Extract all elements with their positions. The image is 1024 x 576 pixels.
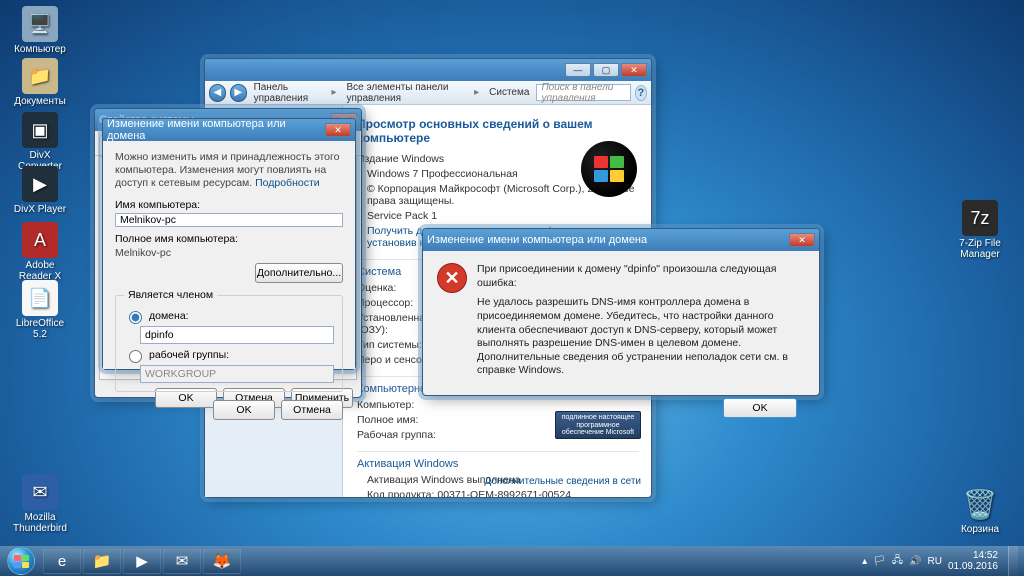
domain-radio[interactable] [129, 311, 142, 324]
domain-input[interactable] [140, 326, 334, 344]
help-button[interactable]: ? [635, 85, 647, 101]
address-bar: ◀ ▶ Панель управления ▸ Все элементы пан… [205, 81, 651, 105]
additional-button[interactable]: Дополнительно... [255, 263, 343, 283]
desktop-icon-documents[interactable]: 📁Документы [8, 58, 72, 107]
search-input[interactable]: Поиск в панели управления [536, 84, 630, 101]
system-tray: ▴ 🏳 🖧 🔊 RU 14:52 01.09.2016 [862, 550, 1002, 572]
close-button[interactable]: ✕ [325, 123, 351, 137]
desktop-icon-recycle-bin[interactable]: 🗑️Корзина [948, 486, 1012, 535]
breadcrumb-item[interactable]: Все элементы панели управления [343, 82, 467, 104]
desktop-icon-divx-player[interactable]: ▶DivX Player [8, 166, 72, 215]
maximize-button[interactable]: ▢ [593, 63, 619, 77]
error-icon: ✕ [437, 263, 467, 293]
ok-button[interactable]: OK [213, 400, 275, 420]
taskbar-pin-wmp[interactable]: ▶ [123, 548, 161, 574]
taskbar-pin-ie[interactable]: e [43, 548, 81, 574]
close-button[interactable]: ✕ [621, 63, 647, 77]
show-desktop-button[interactable] [1008, 546, 1018, 576]
workgroup-radio-label: рабочей группы: [149, 349, 229, 361]
chevron-right-icon: ▸ [328, 87, 339, 98]
back-button[interactable]: ◀ [209, 84, 226, 102]
computer-name-label: Имя компьютера: [115, 199, 343, 211]
desktop-icon-label: Mozilla Thunderbird [8, 512, 72, 534]
tray-volume-icon[interactable]: 🔊 [909, 556, 921, 567]
tray-network-icon[interactable]: 🖧 [892, 553, 903, 570]
windows-logo-icon [581, 141, 637, 197]
error-text: При присоединении к домену "dpinfo" прои… [477, 263, 805, 384]
desktop-icon-label: Adobe Reader X [8, 260, 72, 282]
desktop-icon-label: Документы [8, 96, 72, 107]
more-info-link[interactable]: Дополнительные сведения в сети [484, 476, 641, 487]
name-dialog-titlebar[interactable]: Изменение имени компьютера или домена ✕ [103, 119, 355, 141]
row-label: Рабочая группа: [357, 429, 477, 441]
error-dialog: Изменение имени компьютера или домена ✕ … [422, 228, 820, 396]
tray-expand-icon[interactable]: ▴ [862, 556, 867, 567]
full-name-value: Melnikov-pc [115, 247, 343, 259]
desktop-icon-label: 7-Zip File Manager [948, 238, 1012, 260]
member-of-legend: Является членом [124, 289, 217, 301]
domain-radio-label: домена: [149, 310, 189, 322]
taskbar-pin-firefox[interactable]: 🦊 [203, 548, 241, 574]
computer-name-input[interactable] [115, 213, 343, 227]
desktop-icon-thunderbird[interactable]: ✉Mozilla Thunderbird [8, 474, 72, 534]
forward-button[interactable]: ▶ [230, 84, 247, 102]
name-domain-dialog: Изменение имени компьютера или домена ✕ … [102, 118, 356, 370]
breadcrumb-item[interactable]: Панель управления [251, 82, 325, 104]
window-title: Изменение имени компьютера или домена [427, 234, 789, 246]
full-name-label: Полное имя компьютера: [115, 233, 343, 245]
cancel-button[interactable]: Отмена [281, 400, 343, 420]
start-button[interactable] [0, 546, 42, 576]
desktop-icon-label: DivX Player [8, 204, 72, 215]
tray-time: 14:52 [948, 550, 998, 561]
desktop-icon-adobe-reader[interactable]: AAdobe Reader X [8, 222, 72, 282]
tray-date: 01.09.2016 [948, 561, 998, 572]
desktop-icon-label: Корзина [948, 524, 1012, 535]
minimize-button[interactable]: — [565, 63, 591, 77]
tray-language[interactable]: RU [927, 556, 941, 567]
ok-button[interactable]: OK [723, 398, 797, 418]
product-key: Код продукта: 00371-OEM-8992671-00524 [357, 489, 639, 497]
tray-clock[interactable]: 14:52 01.09.2016 [948, 550, 998, 572]
desktop-icon-7zip[interactable]: 7z7-Zip File Manager [948, 200, 1012, 260]
error-titlebar[interactable]: Изменение имени компьютера или домена ✕ [423, 229, 819, 251]
error-line-1: При присоединении к домену "dpinfo" прои… [477, 263, 805, 290]
page-title: Просмотр основных сведений о вашем компь… [357, 117, 639, 145]
desktop-icon-divx-converter[interactable]: ▣DivX Converter [8, 112, 72, 172]
breadcrumb-item[interactable]: Система [486, 87, 532, 98]
details-link[interactable]: Подробности [255, 177, 320, 189]
system-window-titlebar[interactable]: — ▢ ✕ [205, 59, 651, 81]
close-button[interactable]: ✕ [789, 233, 815, 247]
desktop-icon-computer[interactable]: 🖥️Компьютер [8, 6, 72, 55]
error-line-2: Не удалось разрешить DNS-имя контроллера… [477, 296, 805, 378]
member-of-group: Является членом домена: рабочей группы: [115, 289, 343, 392]
workgroup-input [140, 365, 334, 383]
dialog-note: Можно изменить имя и принадлежность этог… [115, 151, 343, 190]
taskbar-pin-explorer[interactable]: 📁 [83, 548, 121, 574]
desktop-icon-libreoffice[interactable]: 📄LibreOffice 5.2 [8, 280, 72, 340]
tray-flag-icon[interactable]: 🏳 [873, 556, 886, 567]
desktop-icon-label: LibreOffice 5.2 [8, 318, 72, 340]
workgroup-radio[interactable] [129, 350, 142, 363]
chevron-right-icon: ▸ [471, 87, 482, 98]
desktop-icon-label: Компьютер [8, 44, 72, 55]
taskbar: e 📁 ▶ ✉ 🦊 ▴ 🏳 🖧 🔊 RU 14:52 01.09.2016 [0, 546, 1024, 576]
window-title: Изменение имени компьютера или домена [107, 118, 325, 142]
activation-section-header: Активация Windows [357, 451, 639, 470]
service-pack: Service Pack 1 [357, 210, 639, 222]
taskbar-pin-thunderbird[interactable]: ✉ [163, 548, 201, 574]
